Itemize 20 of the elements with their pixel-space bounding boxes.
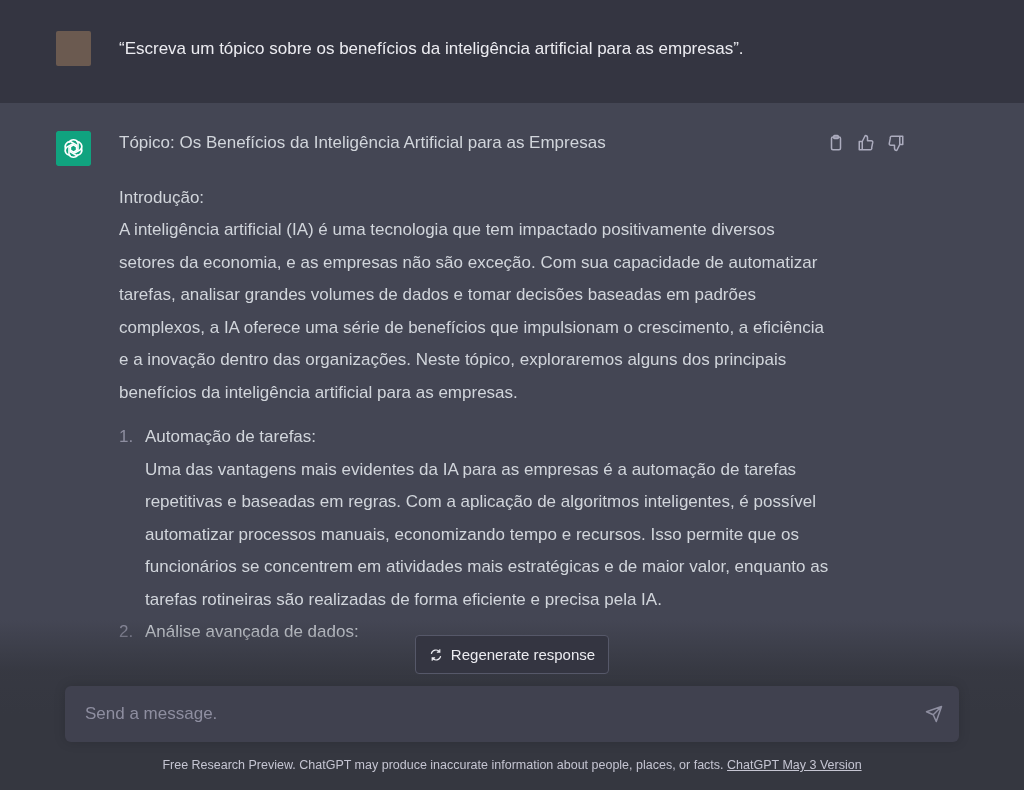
- list-item-heading: Automação de tarefas:: [145, 426, 318, 448]
- version-link[interactable]: ChatGPT May 3 Version: [727, 758, 862, 772]
- assistant-logo-icon: [56, 131, 91, 166]
- message-composer[interactable]: Send a message.: [65, 686, 959, 742]
- intro-paragraph: A inteligência artificial (IA) é uma tecnologia que tem impactado positivamente diversos setores da economia, e as empresas não são exceção. Com sua capacidade de automatizar tarefas, analisar grandes volumes de dados e tomar decisões baseadas em padrões complexos, a IA oferece uma série de benefícios que impulsionam o crescimento, a eficiência e a inovação dentro das organizações. Neste tópico, exploraremos alguns dos principais benefícios da inteligência artificial para as empresas.: [119, 219, 825, 404]
- user-avatar: [56, 31, 91, 66]
- list-item-heading: Análise avançada de dados:: [145, 621, 359, 643]
- disclaimer-text: Free Research Preview. ChatGPT may produce inaccurate information about people, places, or facts. ChatGPT May 3 Version: [162, 757, 862, 774]
- refresh-icon: [428, 647, 443, 662]
- list-number: 2.: [119, 621, 135, 643]
- user-message: “Escreva um tópico sobre os benefícios da inteligência artificial para as empresas”.: [119, 38, 744, 59]
- regenerate-response-button[interactable]: Regenerate response: [414, 635, 610, 674]
- thumbs-up-icon[interactable]: [857, 134, 875, 153]
- list-number: 1.: [119, 426, 135, 448]
- intro-heading: Introdução:: [119, 186, 206, 209]
- send-icon[interactable]: [925, 705, 943, 723]
- response-title: Tópico: Os Benefícios da Inteligência Artificial para as Empresas: [119, 132, 606, 154]
- list-item-text: Uma das vantagens mais evidentes da IA para as empresas é a automação de tarefas repetitivas e baseadas em regras. Com a aplicação de algoritmos inteligentes, é possível automatizar processos manuais, economizando tempo e recursos. Isso permite que os funcionários se concentrem em atividades mais estratégicas e de maior valor, enquanto as tarefas rotineiras são realizadas de forma eficiente e precisa pela IA.: [145, 458, 830, 611]
- thumbs-down-icon[interactable]: [887, 134, 905, 153]
- message-input[interactable]: Send a message.: [83, 703, 925, 725]
